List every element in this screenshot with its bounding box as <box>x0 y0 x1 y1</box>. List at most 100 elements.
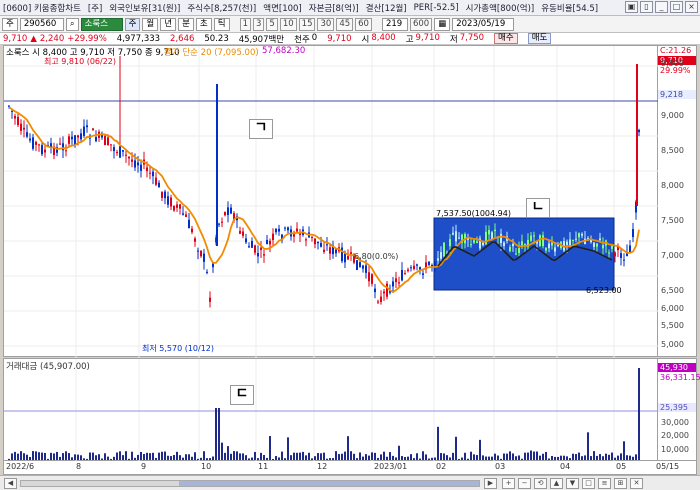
candle-body <box>188 219 190 229</box>
volume-bar <box>431 457 433 460</box>
candle-body <box>41 145 43 155</box>
link-button[interactable]: ▣ <box>625 1 638 13</box>
scrollbar[interactable] <box>20 480 480 487</box>
volume-bar <box>605 453 607 460</box>
period-week-button[interactable]: 월 <box>142 17 159 31</box>
period-month-button[interactable]: 년 <box>160 17 177 31</box>
calendar-icon[interactable]: ▦ <box>434 17 451 31</box>
candle-body <box>119 146 121 158</box>
candle-body <box>578 233 580 238</box>
period-tick-button[interactable]: 틱 <box>213 17 230 31</box>
volume-bar <box>119 451 121 460</box>
grid-button[interactable]: ⊞ <box>614 478 627 489</box>
candle-body <box>269 240 271 245</box>
candle-body <box>575 238 577 240</box>
candle-body <box>17 116 19 126</box>
clear-button[interactable]: ✕ <box>630 478 643 489</box>
volume-bar <box>62 453 64 460</box>
interval-button[interactable]: 30 <box>317 17 335 31</box>
volume-bar <box>71 457 73 460</box>
y-tick: 9,500 <box>661 59 684 68</box>
zoom-in-button[interactable]: + <box>502 478 515 489</box>
box-button[interactable]: □ <box>582 478 595 489</box>
candle-body <box>146 167 148 172</box>
volume-bar <box>611 452 613 460</box>
list-button[interactable]: ≡ <box>598 478 611 489</box>
account-type-select[interactable]: 주 <box>2 17 18 31</box>
candle-body <box>320 243 322 247</box>
candle-body <box>548 243 550 249</box>
volume-bar <box>287 437 289 460</box>
date-input[interactable]: 2023/05/19 <box>452 17 515 31</box>
candle-body <box>44 149 46 153</box>
interval-button[interactable]: 10 <box>279 17 297 31</box>
volume-bar <box>485 456 487 460</box>
volume-bar <box>518 455 520 460</box>
volume-bar <box>233 451 235 460</box>
volume-bar <box>467 458 469 460</box>
volume-scale: 45,930 36,331.15% 25,395 30,000 20,000 1… <box>658 358 700 461</box>
volume-chart[interactable] <box>4 359 659 462</box>
panel-button[interactable]: ▯ <box>640 1 653 13</box>
volume-bar <box>212 456 214 460</box>
x-tick: 8 <box>76 462 82 471</box>
price-chart-panel[interactable]: 소룩스 시 8,400 고 9,710 저 7,750 종 9,710 종가 단… <box>3 45 659 358</box>
up-button[interactable]: ▲ <box>550 478 563 489</box>
price-chart[interactable] <box>4 46 659 358</box>
volume-bar <box>140 451 142 460</box>
volume-bar <box>356 458 358 460</box>
scroll-left-button[interactable]: ◀ <box>4 478 17 489</box>
volume-bar <box>272 458 274 460</box>
interval-button[interactable]: 60 <box>355 17 372 31</box>
period-minute-button[interactable]: 분 <box>178 17 194 31</box>
period-day-button[interactable]: 주 <box>124 17 141 31</box>
price-scale: C:21.26 9,710 29.99% 9,500 9,000 8,500 8… <box>658 45 697 357</box>
scroll-right-button[interactable]: ▶ <box>484 478 497 489</box>
volume-bar <box>353 453 355 460</box>
interval-button[interactable]: 3 <box>252 17 265 31</box>
y-tick: 8,000 <box>661 181 684 190</box>
interval-button[interactable]: 5 <box>266 17 278 31</box>
count-input[interactable]: 219 <box>381 17 408 31</box>
volume-bar <box>350 451 352 460</box>
volume-bar <box>191 456 193 460</box>
stock-code-input[interactable]: 290560 <box>19 17 64 31</box>
interval-button[interactable]: 15 <box>298 17 316 31</box>
volume-chart-panel[interactable]: 거래대금 (45,907.00) ㄷ <box>3 358 659 462</box>
volume-bar <box>209 458 211 460</box>
minimize-button[interactable]: _ <box>655 1 668 13</box>
candle-body <box>221 221 223 223</box>
candle-body <box>539 235 541 247</box>
interval-button[interactable]: 1 <box>239 17 251 31</box>
scrollbar-thumb[interactable] <box>179 481 479 486</box>
stock-name-field[interactable]: 소룩스 <box>80 17 123 31</box>
down-button[interactable]: ▼ <box>566 478 579 489</box>
period-second-button[interactable]: 초 <box>195 17 212 31</box>
volume-bar <box>296 452 298 460</box>
maximize-button[interactable]: □ <box>670 1 683 13</box>
candle-body <box>68 136 70 144</box>
volume-bar <box>23 453 25 460</box>
volume-bar <box>416 453 418 460</box>
open-label: 시 <box>361 34 370 45</box>
sell-button[interactable]: 매도 <box>527 33 552 44</box>
interval-button[interactable]: 45 <box>336 17 354 31</box>
volume-bar <box>512 453 514 460</box>
volume-bar <box>626 455 628 460</box>
y-tick: 8,500 <box>661 146 684 155</box>
candle-body <box>374 288 376 293</box>
open-value: 8,400 <box>371 33 396 43</box>
magnifier-icon[interactable]: ⌕ <box>65 17 79 31</box>
candle-body <box>533 235 535 237</box>
volume-bar <box>218 408 220 460</box>
zoom-out-button[interactable]: − <box>518 478 531 489</box>
amount-value: 2,646 <box>170 33 195 44</box>
volume-tag: 36,331.15% <box>658 373 700 382</box>
buy-button[interactable]: 매수 <box>494 33 518 44</box>
volume-bar <box>344 451 346 460</box>
volume-bar <box>59 456 61 460</box>
volume-bar <box>530 450 532 460</box>
close-button[interactable]: × <box>685 1 698 13</box>
volume-bar <box>47 458 49 460</box>
reset-button[interactable]: ⟲ <box>534 478 547 489</box>
